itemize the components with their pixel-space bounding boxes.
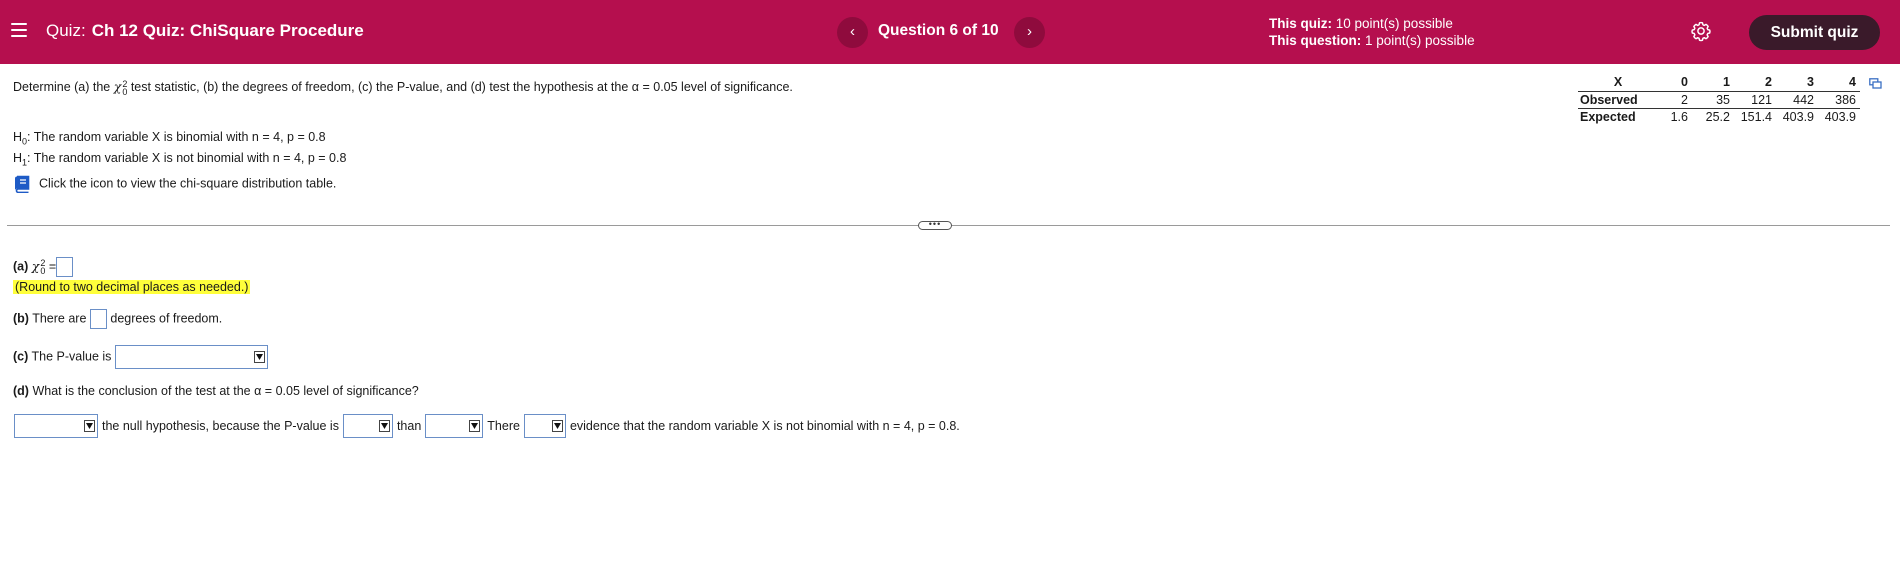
expected-value: 25.2 bbox=[1705, 109, 1730, 124]
prompt-text-after: test statistic, (b) the degrees of freed… bbox=[130, 80, 793, 94]
expected-label: Expected bbox=[1580, 109, 1636, 124]
quiz-points-value: 10 point(s) possible bbox=[1335, 16, 1453, 31]
conclusion-row: the null hypothesis, because the P-value… bbox=[14, 414, 964, 438]
chi-supsub: 20 bbox=[122, 79, 128, 97]
h1-letter: H bbox=[13, 151, 23, 165]
chevron-down-icon bbox=[469, 420, 481, 432]
rounding-hint: (Round to two decimal places as needed.) bbox=[13, 280, 251, 294]
chi-subscript: 0 bbox=[122, 86, 128, 97]
chevron-down-icon bbox=[378, 420, 390, 432]
table-row-x: X 0 1 2 3 4 bbox=[1578, 74, 1860, 92]
divider-drag-handle[interactable]: ••• bbox=[918, 220, 952, 230]
h0-text: : The random variable X is binomial with… bbox=[27, 130, 326, 144]
hamburger-icon[interactable] bbox=[11, 23, 27, 37]
h1-text: : The random variable X is not binomial … bbox=[27, 151, 347, 165]
quiz-header: Quiz: Ch 12 Quiz: ChiSquare Procedure ‹ Q… bbox=[0, 0, 1900, 64]
comparison-dropdown[interactable] bbox=[342, 414, 393, 438]
chi-symbol: χ bbox=[31, 258, 40, 274]
degrees-of-freedom-input[interactable] bbox=[89, 309, 107, 329]
question-prompt: Determine (a) the χ20 test statistic, (b… bbox=[13, 79, 793, 96]
table-link-text: Click the icon to view the chi-square di… bbox=[39, 176, 337, 191]
conclusion-text-1: the null hypothesis, because the P-value… bbox=[102, 419, 339, 433]
observed-value: 442 bbox=[1776, 91, 1818, 109]
chi-symbol: χ bbox=[113, 79, 122, 94]
observed-value: 121 bbox=[1734, 91, 1776, 109]
observed-value: 35 bbox=[1692, 91, 1734, 109]
alternative-hypothesis: H1: The random variable X is not binomia… bbox=[13, 151, 346, 168]
observed-value: 2 bbox=[1658, 91, 1692, 109]
quiz-points-label: This quiz: bbox=[1269, 16, 1332, 31]
book-icon[interactable] bbox=[13, 175, 31, 193]
quiz-name: Ch 12 Quiz: ChiSquare Procedure bbox=[91, 21, 364, 40]
x-value: 2 bbox=[1734, 74, 1776, 92]
conclusion-text-4: evidence that the random variable X is n… bbox=[569, 419, 960, 433]
part-b-text-after: degrees of freedom. bbox=[110, 311, 223, 326]
submit-quiz-button[interactable]: Submit quiz bbox=[1749, 15, 1880, 50]
chevron-down-icon bbox=[551, 420, 563, 432]
null-hypothesis: H0: The random variable X is binomial wi… bbox=[13, 130, 326, 147]
observed-value: 386 bbox=[1818, 91, 1860, 109]
conclusion-text-3: There bbox=[487, 419, 520, 433]
question-counter: Question 6 of 10 bbox=[878, 22, 999, 39]
chi-square-table-link[interactable]: Click the icon to view the chi-square di… bbox=[13, 175, 336, 193]
chevron-down-icon bbox=[84, 420, 95, 432]
expected-value: 403.9 bbox=[1824, 109, 1856, 124]
h0-letter: H bbox=[13, 130, 23, 144]
part-b-text-before: There are bbox=[32, 311, 87, 326]
question-points-value: 1 point(s) possible bbox=[1365, 33, 1475, 48]
observed-label: Observed bbox=[1578, 91, 1658, 109]
alpha-dropdown[interactable] bbox=[425, 414, 484, 438]
part-c-label: (c) bbox=[13, 349, 29, 364]
decision-dropdown[interactable] bbox=[14, 414, 98, 438]
x-value: 4 bbox=[1818, 74, 1860, 92]
x-value: 1 bbox=[1692, 74, 1734, 92]
chevron-down-icon bbox=[253, 351, 265, 363]
chi-supsub: 20 bbox=[40, 259, 46, 276]
part-c-text: The P-value is bbox=[31, 349, 112, 364]
expected-value: 151.4 bbox=[1740, 109, 1772, 124]
answer-part-c: (c) The P-value is bbox=[13, 345, 268, 369]
quiz-title: Quiz: Ch 12 Quiz: ChiSquare Procedure bbox=[46, 21, 364, 41]
x-value: 0 bbox=[1658, 74, 1692, 92]
chi-square-statistic-input[interactable] bbox=[56, 257, 74, 277]
p-value-dropdown[interactable] bbox=[114, 345, 268, 369]
popout-icon[interactable] bbox=[1869, 78, 1882, 89]
x-value: 3 bbox=[1776, 74, 1818, 92]
part-b-label: (b) bbox=[13, 311, 29, 326]
x-header: X bbox=[1578, 74, 1658, 92]
table-row-observed: Observed 2 35 121 442 386 bbox=[1578, 91, 1860, 109]
part-a-label: (a) bbox=[13, 259, 29, 274]
conclusion-text-2: than bbox=[396, 419, 422, 433]
previous-question-button[interactable]: ‹ bbox=[837, 17, 868, 48]
expected-value: 1.6 bbox=[1670, 109, 1688, 124]
expected-value: 403.9 bbox=[1782, 109, 1814, 124]
equals-sign: = bbox=[48, 259, 57, 274]
answer-part-a: (a) χ20 = bbox=[13, 257, 74, 277]
answer-part-b: (b) There are degrees of freedom. bbox=[13, 309, 222, 329]
chi-subscript: 0 bbox=[40, 266, 46, 276]
table-row-expected: Expected 1.6 25.2 151.4 403.9 403.9 bbox=[1578, 108, 1860, 125]
part-d-label: (d) bbox=[13, 384, 29, 398]
points-info: This quiz: 10 point(s) possible This que… bbox=[1269, 15, 1475, 49]
quiz-label: Quiz: bbox=[46, 21, 86, 40]
part-d-text: What is the conclusion of the test at th… bbox=[32, 384, 419, 398]
prompt-text-before: Determine (a) the bbox=[13, 80, 111, 94]
evidence-dropdown[interactable] bbox=[523, 414, 566, 438]
question-points-label: This question: bbox=[1269, 33, 1362, 48]
gear-icon[interactable] bbox=[1690, 20, 1712, 42]
next-question-button[interactable]: › bbox=[1014, 17, 1045, 48]
observed-expected-table: X 0 1 2 3 4 Observed 2 35 121 442 386 Ex… bbox=[1578, 74, 1860, 125]
answer-part-d: (d) What is the conclusion of the test a… bbox=[13, 384, 419, 398]
